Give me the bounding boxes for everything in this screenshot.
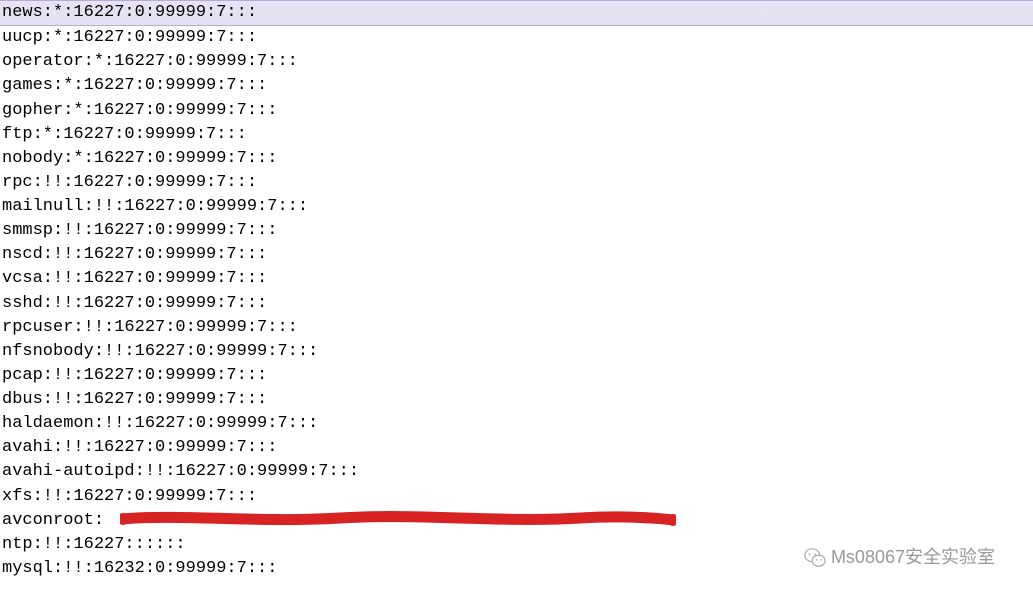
- shadow-entry-text: rpc:!!:16227:0:99999:7:::: [2, 173, 257, 192]
- shadow-entry-line: operator:*:16227:0:99999:7:::: [0, 50, 1033, 74]
- shadow-entry-line: nfsnobody:!!:16227:0:99999:7:::: [0, 340, 1033, 364]
- shadow-entry-line: smmsp:!!:16227:0:99999:7:::: [0, 219, 1033, 243]
- shadow-entry-text: dbus:!!:16227:0:99999:7:::: [2, 390, 267, 409]
- shadow-entry-text: nscd:!!:16227:0:99999:7:::: [2, 245, 267, 264]
- shadow-entry-line: nobody:*:16227:0:99999:7:::: [0, 147, 1033, 171]
- shadow-entry-line: rpcuser:!!:16227:0:99999:7:::: [0, 316, 1033, 340]
- shadow-entry-text: news:*:16227:0:99999:7:::: [2, 3, 257, 22]
- shadow-entry-line: sshd:!!:16227:0:99999:7:::: [0, 292, 1033, 316]
- shadow-entry-text: nobody:*:16227:0:99999:7:::: [2, 149, 277, 168]
- shadow-entry-line: avahi:!!:16227:0:99999:7:::: [0, 436, 1033, 460]
- shadow-entry-text: gopher:*:16227:0:99999:7:::: [2, 101, 277, 120]
- watermark: Ms08067安全实验室: [803, 545, 995, 571]
- shadow-entry-text: games:*:16227:0:99999:7:::: [2, 76, 267, 95]
- shadow-entry-text: avahi-autoipd:!!:16227:0:99999:7:::: [2, 462, 359, 481]
- shadow-entry-text: mailnull:!!:16227:0:99999:7:::: [2, 197, 308, 216]
- shadow-entry-text: smmsp:!!:16227:0:99999:7:::: [2, 221, 277, 240]
- shadow-entry-line: uucp:*:16227:0:99999:7:::: [0, 26, 1033, 50]
- shadow-entry-line: ftp:*:16227:0:99999:7:::: [0, 123, 1033, 147]
- shadow-entry-line: vcsa:!!:16227:0:99999:7:::: [0, 267, 1033, 291]
- shadow-entry-line: news:*:16227:0:99999:7:::: [0, 0, 1033, 26]
- shadow-entry-line: dbus:!!:16227:0:99999:7:::: [0, 388, 1033, 412]
- shadow-entry-line: avahi-autoipd:!!:16227:0:99999:7:::: [0, 460, 1033, 484]
- shadow-entry-line: nscd:!!:16227:0:99999:7:::: [0, 243, 1033, 267]
- shadow-entry-text: avahi:!!:16227:0:99999:7:::: [2, 438, 277, 457]
- shadow-entry-text: nfsnobody:!!:16227:0:99999:7:::: [2, 342, 318, 361]
- shadow-entry-text: uucp:*:16227:0:99999:7:::: [2, 28, 257, 47]
- shadow-entry-line: haldaemon:!!:16227:0:99999:7:::: [0, 412, 1033, 436]
- redacted-line: avconroot:: [2, 509, 1033, 533]
- shadow-entry-text: operator:*:16227:0:99999:7:::: [2, 52, 298, 71]
- shadow-entry-line: mailnull:!!:16227:0:99999:7:::: [0, 195, 1033, 219]
- redaction-mark: [120, 511, 676, 527]
- shadow-entry-text: mysql:!!:16232:0:99999:7:::: [2, 559, 277, 578]
- shadow-entry-text: sshd:!!:16227:0:99999:7:::: [2, 294, 267, 313]
- shadow-entry-line: rpc:!!:16227:0:99999:7:::: [0, 171, 1033, 195]
- wechat-icon: [803, 547, 827, 569]
- shadow-entry-line: gopher:*:16227:0:99999:7:::: [0, 99, 1033, 123]
- shadow-entry-line: xfs:!!:16227:0:99999:7:::: [0, 485, 1033, 509]
- shadow-entry-line: pcap:!!:16227:0:99999:7:::: [0, 364, 1033, 388]
- shadow-entry-text: pcap:!!:16227:0:99999:7:::: [2, 366, 267, 385]
- shadow-entry-text: ntp:!!:16227::::::: [2, 535, 186, 554]
- shadow-entry-text: xfs:!!:16227:0:99999:7:::: [2, 487, 257, 506]
- shadow-entry-text: haldaemon:!!:16227:0:99999:7:::: [2, 414, 318, 433]
- shadow-entry-line: avconroot:: [0, 509, 1033, 533]
- shadow-entry-text: avconroot:: [2, 511, 104, 530]
- shadow-entry-text: vcsa:!!:16227:0:99999:7:::: [2, 269, 267, 288]
- shadow-entry-text: ftp:*:16227:0:99999:7:::: [2, 125, 247, 144]
- shadow-entry-text: rpcuser:!!:16227:0:99999:7:::: [2, 318, 298, 337]
- watermark-text: Ms08067安全实验室: [831, 545, 995, 571]
- shadow-entry-line: games:*:16227:0:99999:7:::: [0, 74, 1033, 98]
